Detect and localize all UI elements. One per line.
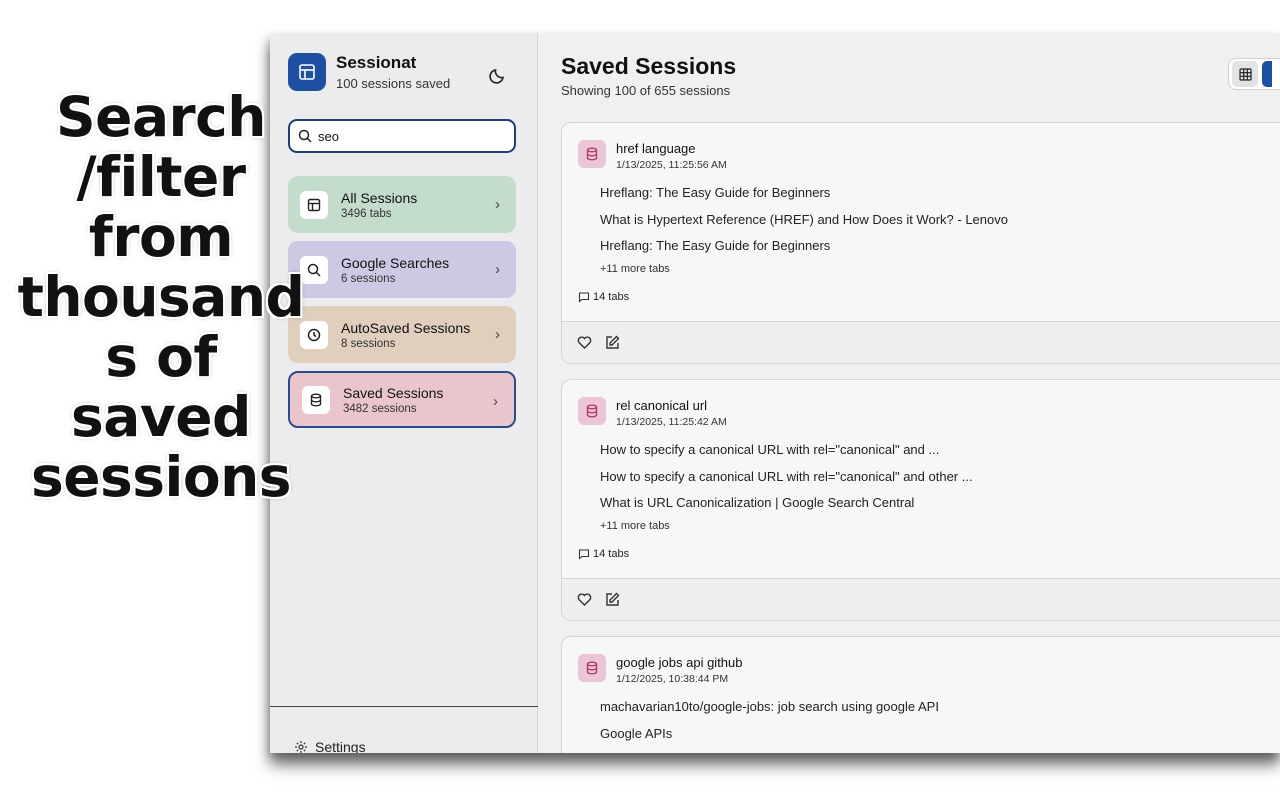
database-icon <box>578 140 606 168</box>
session-card[interactable]: href language 1/13/2025, 11:25:56 AM Hre… <box>561 122 1280 364</box>
promo-line: /filter <box>76 144 246 209</box>
chevron-right-icon: › <box>495 261 500 278</box>
moon-icon <box>489 69 504 84</box>
dark-mode-toggle[interactable] <box>486 63 510 87</box>
session-date: 1/13/2025, 11:25:42 AM <box>616 416 727 428</box>
sidebar-nav: All Sessions 3496 tabs › Google Searches… <box>288 176 516 436</box>
app-name: Sessionat <box>336 53 417 72</box>
promo-headline: Search /filter from thousand s of saved … <box>0 85 322 509</box>
search-input[interactable] <box>318 128 498 144</box>
sidebar-item-count: 8 sessions <box>341 337 396 350</box>
sidebar-item-saved-sessions[interactable]: Saved Sessions 3482 sessions › <box>288 371 516 428</box>
page-subtitle: Showing 100 of 655 sessions <box>561 83 731 98</box>
list-view-button[interactable] <box>1262 61 1272 87</box>
session-tab-list: How to specify a canonical URL with rel=… <box>600 442 973 532</box>
tab-link[interactable]: How to specify a canonical URL with rel=… <box>600 442 973 469</box>
sidebar-item-autosaved-sessions[interactable]: AutoSaved Sessions 8 sessions › <box>288 306 516 363</box>
sidebar-item-label: AutoSaved Sessions <box>341 319 471 336</box>
chevron-right-icon: › <box>495 196 500 213</box>
page-title: Saved Sessions <box>561 53 737 79</box>
session-date: 1/13/2025, 11:25:56 AM <box>616 159 727 171</box>
session-card[interactable]: google jobs api github 1/12/2025, 10:38:… <box>561 636 1280 753</box>
session-title: href language <box>616 141 696 156</box>
gear-icon <box>295 741 307 753</box>
session-title: rel canonical url <box>616 398 708 413</box>
promo-line: Search <box>56 85 266 149</box>
sidebar-item-count: 3496 tabs <box>341 207 392 220</box>
sidebar-item-count: 6 sessions <box>341 272 396 285</box>
session-tab-list: Hreflang: The Easy Guide for Beginners W… <box>600 185 1008 275</box>
tab-link[interactable]: Google APIs <box>600 726 939 753</box>
card-actions <box>562 578 1280 620</box>
edit-icon[interactable] <box>605 335 620 350</box>
main-content: Saved Sessions Showing 100 of 655 sessio… <box>538 33 1280 753</box>
sidebar-item-label: Google Searches <box>341 254 450 271</box>
promo-line: sessions <box>30 444 292 509</box>
database-icon <box>578 397 606 425</box>
promo-line: saved <box>71 384 251 449</box>
tab-link[interactable]: Hreflang: The Easy Guide for Beginners <box>600 185 1008 212</box>
more-tabs: +11 more tabs <box>600 262 670 275</box>
card-actions <box>562 321 1280 363</box>
sidebar-divider <box>270 706 538 707</box>
session-title: google jobs api github <box>616 655 743 670</box>
app-logo-icon <box>288 53 326 91</box>
sidebar-item-count: 3482 sessions <box>343 402 417 415</box>
tab-link[interactable]: Hreflang: The Easy Guide for Beginners <box>600 238 1008 265</box>
sidebar-item-label: Saved Sessions <box>343 384 444 401</box>
brand: Sessionat 100 sessions saved <box>288 53 450 91</box>
session-date: 1/12/2025, 10:38:44 PM <box>616 673 729 685</box>
settings-button[interactable]: Settings <box>294 739 366 753</box>
session-card[interactable]: rel canonical url 1/13/2025, 11:25:42 AM… <box>561 379 1280 621</box>
heart-icon[interactable] <box>577 592 592 607</box>
edit-icon[interactable] <box>605 592 620 607</box>
grid-icon <box>1238 67 1252 81</box>
tab-count-label: 14 tabs <box>593 291 630 303</box>
promo-line: thousand <box>17 264 305 329</box>
tab-link[interactable]: How to specify a canonical URL with rel=… <box>600 469 973 496</box>
sidebar-item-all-sessions[interactable]: All Sessions 3496 tabs › <box>288 176 516 233</box>
tab-count: 14 tabs <box>578 291 629 303</box>
database-icon <box>578 654 606 682</box>
sessions-saved-count: 100 sessions saved <box>336 76 451 91</box>
search-box <box>288 119 516 153</box>
heart-icon[interactable] <box>577 335 592 350</box>
promo-line: from <box>88 204 234 269</box>
tab-link[interactable]: What is URL Canonicalization | Google Se… <box>600 495 973 522</box>
chevron-right-icon: › <box>493 393 498 410</box>
sidebar-item-label: All Sessions <box>341 189 418 206</box>
sidebar-item-google-searches[interactable]: Google Searches 6 sessions › <box>288 241 516 298</box>
tab-count: 14 tabs <box>578 548 629 560</box>
tab-link[interactable]: machavarian10to/google-jobs: job search … <box>600 699 939 726</box>
settings-label: Settings <box>315 739 366 753</box>
session-tab-list: machavarian10to/google-jobs: job search … <box>600 699 939 752</box>
tab-link[interactable]: What is Hypertext Reference (HREF) and H… <box>600 212 1008 239</box>
view-toggle <box>1228 58 1280 90</box>
promo-line: s of <box>105 324 217 389</box>
chevron-right-icon: › <box>495 326 500 343</box>
tab-count-label: 14 tabs <box>593 548 630 560</box>
comment-icon <box>578 549 590 560</box>
app-window: Sessionat 100 sessions saved All Session… <box>270 33 1280 753</box>
grid-view-button[interactable] <box>1232 61 1258 87</box>
comment-icon <box>578 292 590 303</box>
more-tabs: +11 more tabs <box>600 519 670 532</box>
